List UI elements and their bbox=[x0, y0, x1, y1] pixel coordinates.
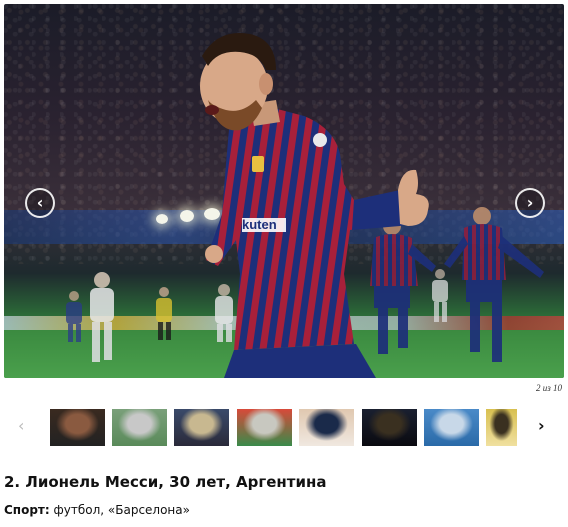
gallery-thumbnail[interactable] bbox=[362, 409, 417, 446]
gallery-prev-button[interactable]: ‹ bbox=[25, 188, 55, 218]
chevron-left-icon: ‹ bbox=[18, 416, 25, 435]
background-player-right bbox=[370, 217, 436, 354]
background-player bbox=[215, 284, 233, 342]
chevron-right-icon: › bbox=[526, 193, 534, 212]
gallery-thumbnail[interactable] bbox=[237, 409, 292, 446]
gallery-next-button[interactable]: › bbox=[515, 188, 545, 218]
chevron-right-icon: › bbox=[538, 416, 545, 435]
meta-label: Спорт: bbox=[4, 503, 50, 517]
gallery-counter: 2 из 10 bbox=[535, 383, 562, 393]
sponsor-text: kuten bbox=[242, 217, 277, 232]
gallery-thumbnail[interactable] bbox=[174, 409, 229, 446]
gallery-thumbnail[interactable] bbox=[50, 409, 105, 446]
thumbnails-next-button[interactable]: › bbox=[538, 418, 545, 434]
players-illustration: kuten bbox=[66, 32, 544, 378]
article-title: 2. Лионель Месси, 30 лет, Аргентина bbox=[4, 473, 327, 491]
gallery-thumbnail[interactable] bbox=[486, 409, 517, 446]
background-player-far-right bbox=[444, 207, 544, 362]
background-player bbox=[90, 272, 114, 362]
main-player bbox=[200, 32, 429, 378]
thumbnails-prev-button[interactable]: ‹ bbox=[18, 418, 24, 434]
gallery-thumbnail[interactable] bbox=[112, 409, 167, 446]
background-player bbox=[432, 269, 448, 322]
gallery-thumbnail[interactable] bbox=[424, 409, 479, 446]
background-player bbox=[156, 287, 172, 340]
meta-value: футбол, «Барселона» bbox=[49, 503, 190, 517]
main-gallery-image[interactable]: kuten ‹ › bbox=[4, 4, 564, 378]
chevron-left-icon: ‹ bbox=[36, 193, 44, 212]
article-meta: Спорт: футбол, «Барселона» bbox=[4, 503, 190, 517]
gallery-thumbnail[interactable] bbox=[299, 409, 354, 446]
background-player bbox=[66, 291, 82, 342]
